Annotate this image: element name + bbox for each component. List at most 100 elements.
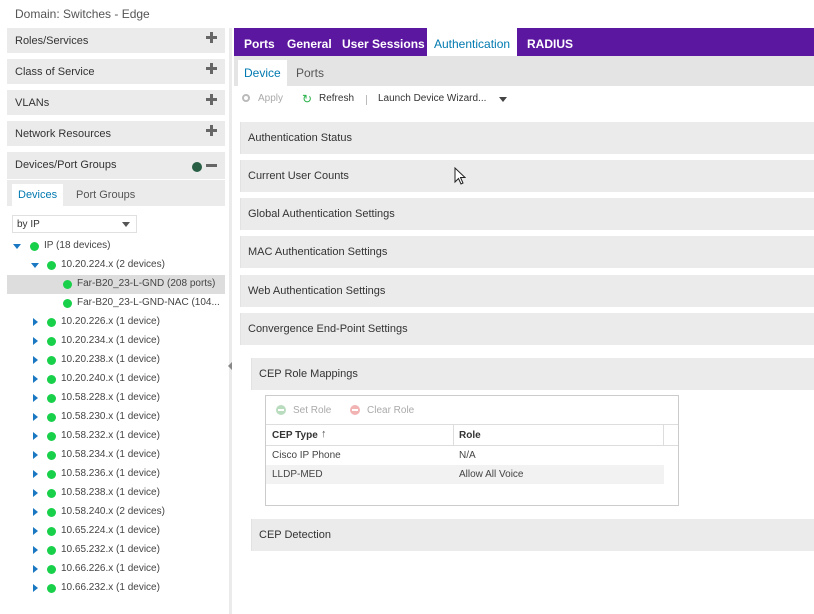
cep-role-grid: Set Role Clear Role CEP Type ↑ Role Cisc…	[265, 395, 679, 506]
tab-device[interactable]: Device	[238, 60, 287, 86]
status-dot-icon	[47, 394, 56, 403]
apply-button[interactable]: Apply	[258, 93, 283, 104]
tree-node[interactable]: 10.58.238.x (1 device)	[7, 484, 225, 503]
section-convergence-settings[interactable]: Convergence End-Point Settings	[240, 313, 814, 345]
tab-port-groups[interactable]: Port Groups	[70, 184, 141, 206]
tree-node[interactable]: 10.66.226.x (1 device)	[7, 560, 225, 579]
plus-icon[interactable]	[206, 32, 217, 43]
accordion-label: Roles/Services	[15, 35, 89, 47]
tree-node[interactable]: 10.65.232.x (1 device)	[7, 541, 225, 560]
accordion-label: Network Resources	[15, 128, 111, 140]
tree-node-label: IP (18 devices)	[44, 240, 111, 251]
expand-right-icon[interactable]	[33, 527, 38, 535]
expand-right-icon[interactable]	[33, 394, 38, 402]
accordion-network-resources[interactable]: Network Resources	[7, 121, 225, 147]
collapse-left-icon[interactable]	[228, 362, 232, 370]
tab-sub-ports[interactable]: Ports	[290, 60, 330, 86]
tree-node-label: 10.20.240.x (1 device)	[61, 373, 160, 384]
accordion-label: VLANs	[15, 97, 50, 109]
toolbar-divider	[366, 95, 367, 105]
tree-node[interactable]: IP (18 devices)	[7, 237, 225, 256]
cell-role: N/A	[459, 450, 476, 461]
launch-wizard-button[interactable]: Launch Device Wizard...	[378, 93, 486, 104]
tree-node[interactable]: 10.58.228.x (1 device)	[7, 389, 225, 408]
expand-right-icon[interactable]	[33, 318, 38, 326]
sort-ascending-icon[interactable]: ↑	[321, 428, 327, 440]
section-global-auth-settings[interactable]: Global Authentication Settings	[240, 198, 814, 230]
table-row[interactable]: LLDP-MED Allow All Voice	[266, 465, 664, 484]
section-web-auth-settings[interactable]: Web Authentication Settings	[240, 275, 814, 307]
tab-devices[interactable]: Devices	[12, 184, 64, 206]
refresh-button[interactable]: Refresh	[319, 93, 354, 104]
clear-role-button[interactable]: Clear Role	[367, 405, 414, 416]
panel-splitter[interactable]	[229, 28, 232, 614]
expand-down-icon[interactable]	[13, 244, 21, 249]
tree-node-label: 10.20.238.x (1 device)	[61, 354, 160, 365]
tree-node[interactable]: 10.58.236.x (1 device)	[7, 465, 225, 484]
tree-node[interactable]: Far-B20_23-L-GND (208 ports)	[7, 275, 225, 294]
tree-node[interactable]: 10.20.224.x (2 devices)	[7, 256, 225, 275]
expand-right-icon[interactable]	[33, 584, 38, 592]
minus-icon[interactable]	[206, 164, 217, 167]
grid-header: CEP Type ↑ Role	[266, 424, 678, 446]
tree-node-label: 10.58.228.x (1 device)	[61, 392, 160, 403]
expand-right-icon[interactable]	[33, 451, 38, 459]
cell-cep-type: LLDP-MED	[272, 469, 323, 480]
tab-authentication[interactable]: Authentication	[427, 28, 518, 56]
accordion-vlans[interactable]: VLANs	[7, 90, 225, 116]
plus-icon[interactable]	[206, 125, 217, 136]
tab-user-sessions[interactable]: User Sessions	[342, 28, 425, 56]
section-mac-auth-settings[interactable]: MAC Authentication Settings	[240, 236, 814, 268]
column-divider[interactable]	[453, 425, 454, 446]
column-divider[interactable]	[663, 425, 664, 446]
expand-right-icon[interactable]	[33, 565, 38, 573]
expand-down-icon[interactable]	[31, 263, 39, 268]
column-header-cep-type[interactable]: CEP Type	[272, 430, 318, 441]
expand-right-icon[interactable]	[33, 546, 38, 554]
tab-general[interactable]: General	[287, 28, 332, 56]
tree-node[interactable]: Far-B20_23-L-GND-NAC (104...	[7, 294, 225, 313]
tree-node[interactable]: 10.58.234.x (1 device)	[7, 446, 225, 465]
section-authentication-status[interactable]: Authentication Status	[240, 122, 814, 154]
tree-node[interactable]: 10.20.238.x (1 device)	[7, 351, 225, 370]
plus-icon[interactable]	[206, 94, 217, 105]
sub-nav: Device Ports	[234, 56, 814, 86]
set-role-button[interactable]: Set Role	[293, 405, 331, 416]
accordion-roles-services[interactable]: Roles/Services	[7, 28, 225, 54]
status-dot-icon	[47, 261, 56, 270]
column-header-role[interactable]: Role	[459, 430, 481, 441]
tree-node[interactable]: 10.66.232.x (1 device)	[7, 579, 225, 598]
expand-right-icon[interactable]	[33, 432, 38, 440]
section-label: Authentication Status	[248, 132, 352, 144]
status-dot-icon	[47, 508, 56, 517]
filter-select[interactable]: by IP	[12, 215, 137, 233]
expand-right-icon[interactable]	[33, 489, 38, 497]
accordion-class-of-service[interactable]: Class of Service	[7, 59, 225, 85]
section-cep-detection[interactable]: CEP Detection	[251, 519, 814, 551]
tree-node[interactable]: 10.58.230.x (1 device)	[7, 408, 225, 427]
plus-icon[interactable]	[206, 63, 217, 74]
tree-node-label: 10.58.232.x (1 device)	[61, 430, 160, 441]
tab-ports[interactable]: Ports	[244, 28, 275, 56]
expand-right-icon[interactable]	[33, 337, 38, 345]
expand-right-icon[interactable]	[33, 508, 38, 516]
accordion-devices-port-groups[interactable]: Devices/Port Groups	[7, 152, 225, 180]
expand-right-icon[interactable]	[33, 356, 38, 364]
section-current-user-counts[interactable]: Current User Counts	[240, 160, 814, 192]
chevron-down-icon[interactable]	[499, 97, 507, 102]
expand-right-icon[interactable]	[33, 470, 38, 478]
tree-node[interactable]: 10.20.234.x (1 device)	[7, 332, 225, 351]
toolbar: Apply ↻ Refresh Launch Device Wizard...	[234, 86, 814, 112]
tree-node[interactable]: 10.58.232.x (1 device)	[7, 427, 225, 446]
status-dot-icon	[30, 242, 39, 251]
tab-radius[interactable]: RADIUS	[527, 28, 573, 56]
expand-right-icon[interactable]	[33, 375, 38, 383]
table-row[interactable]: Cisco IP Phone N/A	[266, 446, 664, 465]
tree-node-label: 10.58.236.x (1 device)	[61, 468, 160, 479]
tree-node[interactable]: 10.65.224.x (1 device)	[7, 522, 225, 541]
tree-node[interactable]: 10.20.240.x (1 device)	[7, 370, 225, 389]
section-cep-role-mappings[interactable]: CEP Role Mappings	[251, 358, 814, 390]
expand-right-icon[interactable]	[33, 413, 38, 421]
tree-node[interactable]: 10.58.240.x (2 devices)	[7, 503, 225, 522]
tree-node[interactable]: 10.20.226.x (1 device)	[7, 313, 225, 332]
